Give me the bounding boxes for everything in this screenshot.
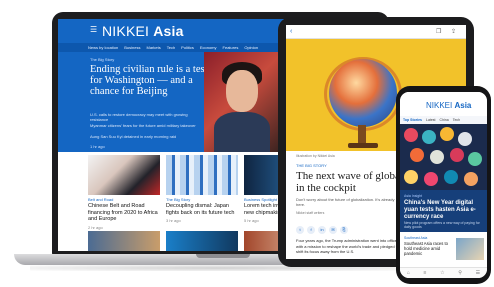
article-tag: THE BIG STORY bbox=[296, 163, 327, 168]
facebook-icon[interactable]: f bbox=[307, 226, 315, 234]
story-image bbox=[166, 155, 238, 195]
bottom-nav: ⌂ ≡ ☆ ⚲ ☰ bbox=[400, 267, 487, 278]
nav-item[interactable]: News by location bbox=[88, 43, 118, 52]
sections-icon[interactable]: ≡ bbox=[424, 270, 427, 276]
nav-item[interactable]: Opinion bbox=[244, 43, 258, 52]
nav-item[interactable]: Politics bbox=[181, 43, 194, 52]
story-image[interactable] bbox=[166, 231, 238, 251]
twitter-icon[interactable]: t bbox=[296, 226, 304, 234]
site-logo[interactable]: NIKKEI Asia bbox=[102, 23, 184, 39]
laptop-notch bbox=[196, 254, 250, 258]
hero-headline[interactable]: China's New Year digital yuan tests hast… bbox=[404, 200, 484, 220]
hero-headline[interactable]: Ending civilian rule is a test for Washi… bbox=[90, 64, 208, 97]
story-image bbox=[88, 155, 160, 195]
nav-item[interactable]: Economy bbox=[200, 43, 217, 52]
hero-coin-image bbox=[400, 124, 487, 190]
tab-china[interactable]: China bbox=[440, 116, 449, 124]
coin-icon bbox=[468, 152, 482, 166]
coin-icon bbox=[458, 132, 472, 146]
logo-suffix: Asia bbox=[454, 101, 472, 110]
hero-bullet[interactable]: Myanmar citizens' fears for the future a… bbox=[90, 123, 200, 128]
coin-icon bbox=[404, 170, 418, 184]
story-card[interactable]: Belt and Road Chinese Belt and Road fina… bbox=[88, 155, 160, 230]
story-category: The Big Story bbox=[166, 197, 191, 202]
nav-item[interactable]: Markets bbox=[146, 43, 160, 52]
globe-base bbox=[348, 143, 378, 148]
story-category: Belt and Road bbox=[88, 197, 114, 202]
tab-top-stories[interactable]: Top Stories bbox=[403, 116, 422, 124]
app-tabs: Top Stories Latest China Tech bbox=[400, 116, 487, 124]
phone-screen: NIKKEI Asia Top Stories Latest China Tec… bbox=[400, 92, 487, 278]
email-icon[interactable]: ✉ bbox=[329, 226, 337, 234]
hero-dek: New pilot program offers a new way of pa… bbox=[404, 221, 480, 230]
copy-link-icon[interactable]: ⎘ bbox=[340, 226, 348, 234]
article-dek: Don't worry about the future of globaliz… bbox=[296, 197, 395, 207]
photo-figure bbox=[214, 112, 270, 152]
logo-prefix: NIKKEI bbox=[426, 101, 453, 110]
bookmark-icon[interactable]: ❐ bbox=[436, 28, 441, 35]
coin-icon bbox=[464, 172, 478, 186]
globe-icon bbox=[329, 59, 397, 127]
nav-item[interactable]: Features bbox=[223, 43, 239, 52]
share-icon[interactable]: ⇪ bbox=[451, 28, 456, 35]
story-title[interactable]: Decoupling dismal: Japan fights back on … bbox=[166, 203, 236, 216]
article-body: Four years ago, the Trump administration… bbox=[296, 238, 400, 254]
menu-icon[interactable]: ☰ bbox=[90, 26, 98, 34]
nav-item[interactable]: Tech bbox=[167, 43, 175, 52]
tab-latest[interactable]: Latest bbox=[426, 116, 436, 124]
nav-item[interactable]: Business bbox=[124, 43, 140, 52]
coin-icon bbox=[422, 130, 436, 144]
hero-timestamp: 1 hr ago bbox=[90, 144, 105, 149]
coin-icon bbox=[444, 170, 458, 184]
logo-suffix: Asia bbox=[153, 23, 184, 39]
share-row: t f in ✉ ⎘ bbox=[296, 226, 348, 234]
saved-icon[interactable]: ☆ bbox=[440, 270, 444, 276]
story-tag: Southeast Asia bbox=[404, 236, 428, 240]
story-meta: 3 hr ago bbox=[166, 218, 181, 223]
app-header: NIKKEI Asia bbox=[400, 92, 487, 116]
home-icon[interactable]: ⌂ bbox=[407, 270, 410, 276]
article-toolbar: ‹ ❐ ⇪ bbox=[286, 25, 466, 39]
article-byline: Nikkei staff writers bbox=[296, 211, 325, 215]
story-meta: 2 hr ago bbox=[88, 224, 103, 230]
story-thumbnail[interactable] bbox=[456, 238, 484, 260]
search-icon[interactable]: ⚲ bbox=[458, 270, 462, 276]
linkedin-icon[interactable]: in bbox=[318, 226, 326, 234]
device-mockup: ☰ NIKKEI Asia News by location Business … bbox=[0, 0, 494, 287]
coin-icon bbox=[410, 148, 424, 162]
coin-icon bbox=[424, 172, 438, 186]
coin-icon bbox=[404, 128, 418, 142]
photo-face bbox=[226, 70, 258, 112]
menu-icon[interactable]: ☰ bbox=[476, 270, 480, 276]
hero-bullet[interactable]: Aung San Suu Kyi detained in early morni… bbox=[90, 134, 200, 139]
hero-kicker: The Big Story bbox=[90, 57, 115, 62]
app-hero-story[interactable]: Asia Insight China's New Year digital yu… bbox=[400, 124, 487, 232]
globe-stand bbox=[358, 125, 366, 145]
coin-icon bbox=[440, 127, 454, 141]
story-image[interactable] bbox=[88, 231, 160, 251]
hero-tag: Asia Insight bbox=[404, 194, 423, 198]
logo-prefix: NIKKEI bbox=[102, 23, 150, 39]
hero-bullet[interactable]: U.S. calls to restore democracy may meet… bbox=[90, 112, 200, 122]
tab-tech[interactable]: Tech bbox=[453, 116, 460, 124]
app-logo[interactable]: NIKKEI Asia bbox=[426, 101, 471, 110]
coin-icon bbox=[450, 148, 464, 162]
story-card[interactable]: The Big Story Decoupling dismal: Japan f… bbox=[166, 155, 238, 223]
story-title[interactable]: Chinese Belt and Road financing from 202… bbox=[88, 203, 158, 223]
hero-photo[interactable] bbox=[204, 52, 280, 152]
story-title[interactable]: Southeast Asia races to hold medicine am… bbox=[404, 241, 452, 256]
back-icon[interactable]: ‹ bbox=[290, 28, 292, 35]
coin-icon bbox=[430, 150, 444, 164]
